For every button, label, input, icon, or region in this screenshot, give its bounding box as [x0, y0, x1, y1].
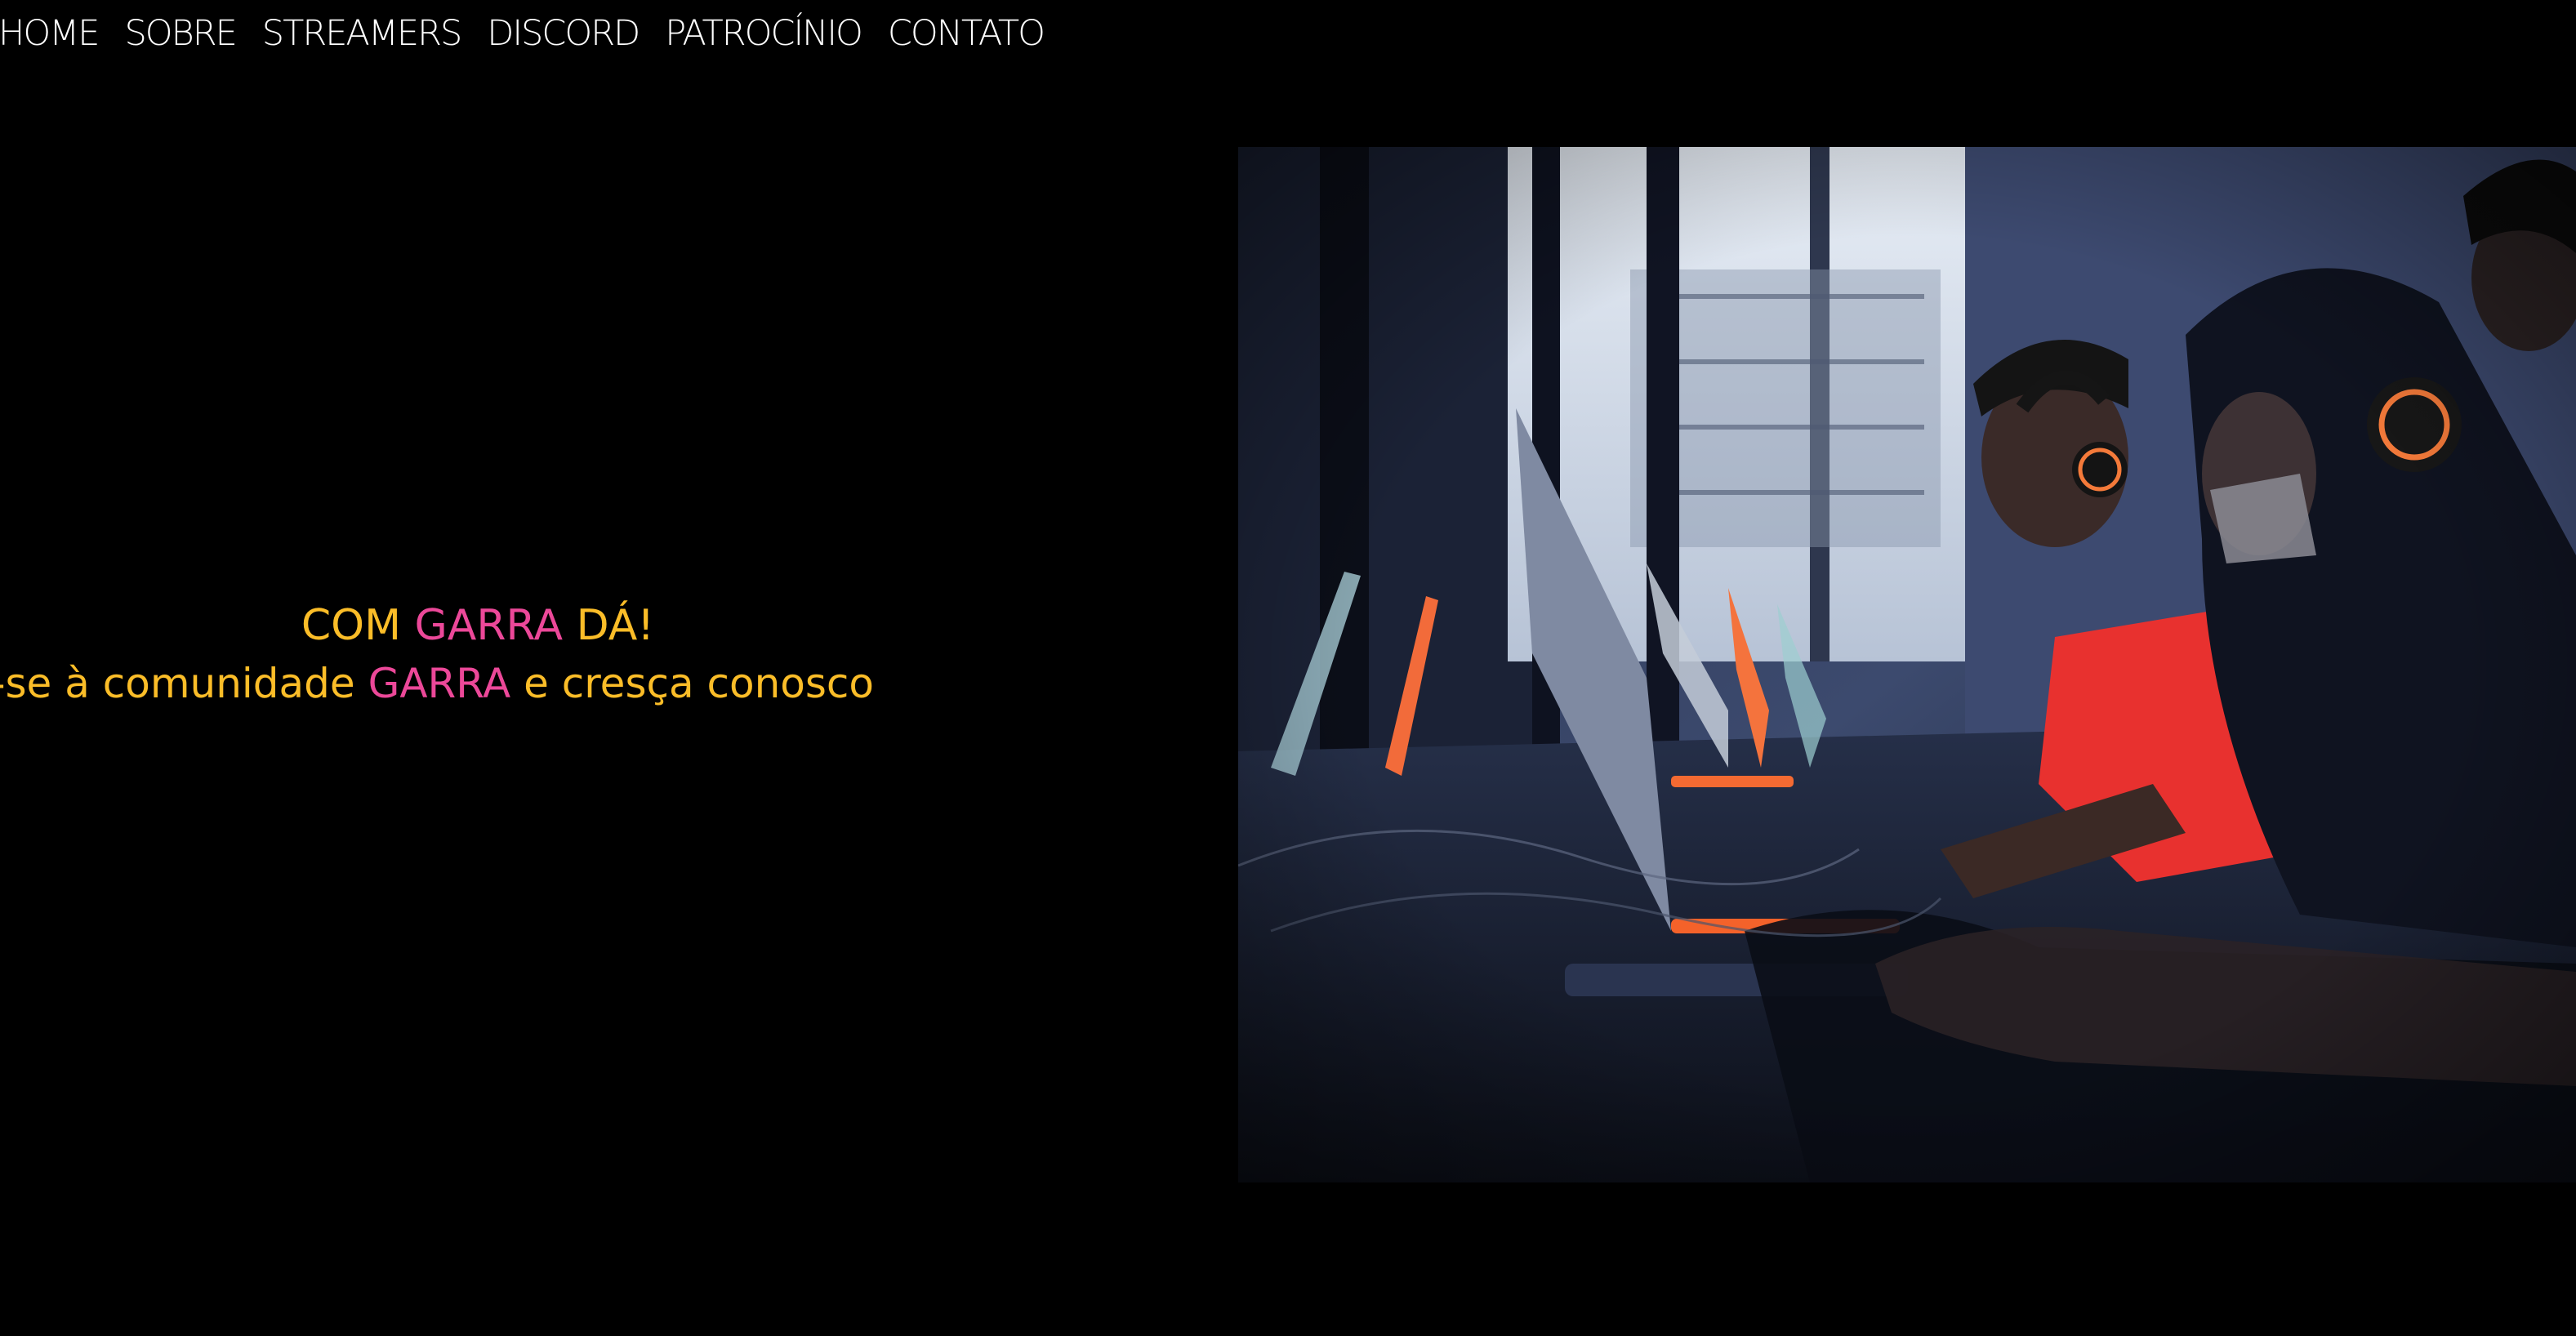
- nav-link-home[interactable]: HOME: [0, 16, 100, 51]
- nav-link-patrocinio[interactable]: PATROCÍNIO: [665, 16, 863, 51]
- hero-subheadline-part2: e cresça conosco: [510, 660, 875, 707]
- hero-subheadline: Junte-se à comunidade GARRA e cresça con…: [0, 655, 956, 712]
- hero-headline-part1: COM: [301, 601, 415, 650]
- hero-text: COM GARRA DÁ! Junte-se à comunidade GARR…: [0, 596, 956, 712]
- hero-photo: [1238, 147, 2576, 1182]
- hero-subheadline-accent: GARRA: [368, 660, 511, 707]
- nav-link-sobre[interactable]: SOBRE: [124, 16, 237, 51]
- nav-link-contato[interactable]: CONTATO: [888, 16, 1045, 51]
- hero-subheadline-part1: Junte-se à comunidade: [0, 660, 355, 707]
- nav-link-streamers[interactable]: STREAMERS: [262, 16, 462, 51]
- hero-headline: COM GARRA DÁ!: [0, 596, 956, 655]
- gamers-photo-illustration: [1238, 147, 2576, 1182]
- hero-headline-accent: GARRA: [414, 601, 564, 650]
- nav-link-discord[interactable]: DISCORD: [487, 16, 640, 51]
- main-nav: HOME SOBRE STREAMERS DISCORD PATROCÍNIO …: [0, 5, 1070, 62]
- hero-headline-part2: DÁ!: [563, 601, 655, 650]
